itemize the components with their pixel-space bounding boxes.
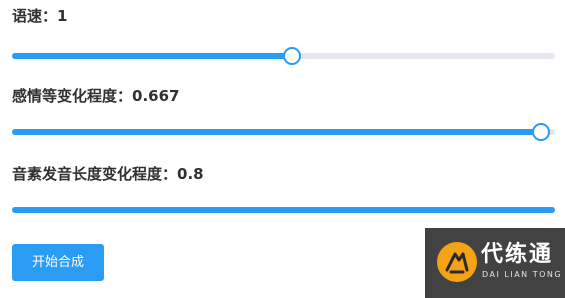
speech-rate-slider-fill [12, 53, 292, 59]
emotion-variation-label-text: 感情等变化程度： [12, 87, 133, 105]
phoneme-duration-slider[interactable] [12, 200, 555, 220]
emotion-variation-value: 0.667 [132, 87, 180, 105]
speech-rate-label-text: 语速： [12, 7, 58, 25]
phoneme-duration-value: 0.8 [177, 165, 204, 183]
phoneme-duration-setting: 音素发音长度变化程度：0.8 [12, 164, 555, 224]
speech-rate-value: 1 [57, 7, 68, 25]
speech-rate-label: 语速：1 [12, 6, 555, 26]
phoneme-duration-label-text: 音素发音长度变化程度： [12, 165, 178, 183]
start-synthesis-button[interactable]: 开始合成 [12, 244, 104, 281]
watermark-title: 代练通 [481, 242, 554, 267]
emotion-variation-slider[interactable] [12, 122, 555, 142]
emotion-variation-label: 感情等变化程度：0.667 [12, 86, 555, 106]
phoneme-duration-label: 音素发音长度变化程度：0.8 [12, 164, 555, 184]
emotion-variation-slider-track[interactable] [12, 129, 555, 135]
phoneme-duration-slider-fill [12, 207, 555, 213]
speech-rate-setting: 语速：1 [12, 6, 555, 66]
phoneme-duration-slider-track[interactable] [12, 207, 555, 213]
speech-rate-slider[interactable] [12, 46, 555, 66]
watermark-logo: 代练通 DAI LIAN TONG [425, 228, 565, 298]
emotion-variation-setting: 感情等变化程度：0.667 [12, 86, 555, 146]
speech-rate-slider-thumb[interactable] [282, 47, 301, 65]
watermark-subtitle: DAI LIAN TONG [482, 270, 563, 279]
emotion-variation-slider-thumb[interactable] [532, 123, 551, 141]
watermark-emblem-icon [437, 242, 477, 282]
emotion-variation-slider-fill [12, 129, 542, 135]
